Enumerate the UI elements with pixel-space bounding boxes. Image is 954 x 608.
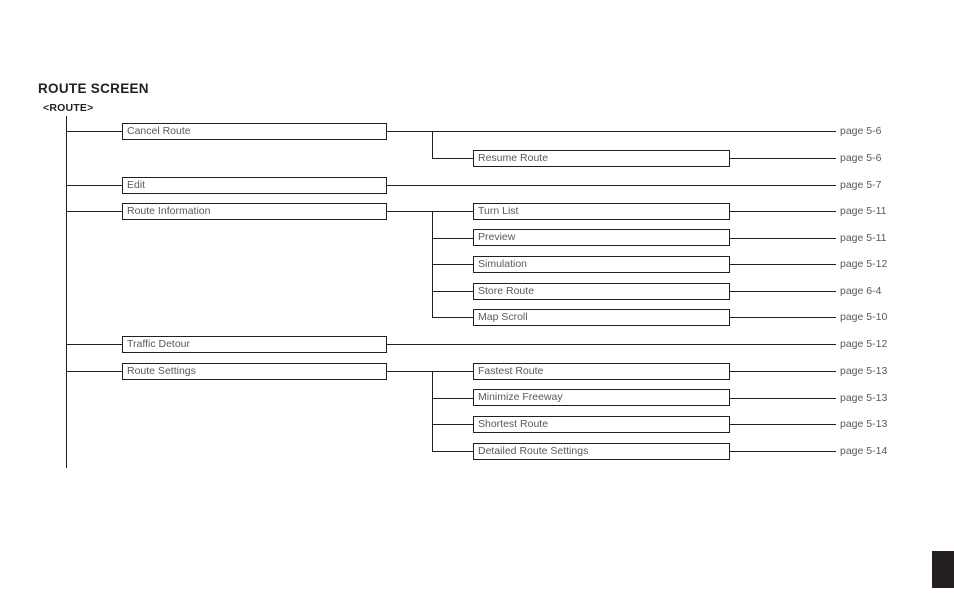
connector-branch-to-shortest-route [432,424,474,425]
connector-branch-to-resume-route [432,158,474,159]
page-ref-resume-route: page 5-6 [840,152,882,164]
page-ref-minimize-freeway: page 5-13 [840,392,888,404]
page-edge-marker [932,551,954,588]
page-ref-cancel-route: page 5-6 [840,125,882,137]
connector-branch-to-detailed-route-settings [432,451,474,452]
connector-simulation-out [729,264,836,265]
node-route-information-label: Route Information [127,205,211,218]
page-title: ROUTE SCREEN [38,81,149,96]
page-ref-edit: page 5-7 [840,179,882,191]
connector-minimize-freeway-out [729,398,836,399]
node-resume-route-label: Resume Route [478,152,549,165]
connector-turn-list-out [729,211,836,212]
node-resume-route[interactable]: Resume Route [473,150,730,167]
connector-route-settings-to-branch [386,371,433,372]
node-cancel-route-label: Cancel Route [127,125,191,138]
node-map-scroll[interactable]: Map Scroll [473,309,730,326]
connector-store-route-out [729,291,836,292]
node-store-route-label: Store Route [478,285,535,298]
connector-fastest-route-out [729,371,836,372]
page-ref-traffic-detour: page 5-12 [840,338,888,350]
connector-resume-route-out [729,158,836,159]
node-turn-list[interactable]: Turn List [473,203,730,220]
node-preview[interactable]: Preview [473,229,730,246]
page-subtitle: <ROUTE> [43,102,94,114]
node-fastest-route[interactable]: Fastest Route [473,363,730,380]
connector-branch-to-minimize-freeway [432,398,474,399]
page-ref-preview: page 5-11 [840,232,887,244]
connector-cancel-route-out [386,131,836,132]
node-traffic-detour-label: Traffic Detour [127,338,191,351]
node-minimize-freeway[interactable]: Minimize Freeway [473,389,730,406]
branch-spine-cancel-route [432,131,433,158]
root-trunk-line [66,116,67,468]
page-ref-fastest-route: page 5-13 [840,365,888,377]
branch-spine-route-settings [432,371,433,451]
connector-trunk-to-cancel-route [66,131,123,132]
node-shortest-route-label: Shortest Route [478,418,549,431]
connector-trunk-to-edit [66,185,123,186]
connector-traffic-detour-out [386,344,836,345]
connector-map-scroll-out [729,317,836,318]
connector-branch-to-store-route [432,291,474,292]
node-map-scroll-label: Map Scroll [478,311,528,324]
connector-branch-to-turn-list [432,211,474,212]
node-edit-label: Edit [127,179,146,192]
node-edit[interactable]: Edit [122,177,387,194]
node-route-settings-label: Route Settings [127,365,196,378]
node-route-information[interactable]: Route Information [122,203,387,220]
connector-route-information-to-branch [386,211,433,212]
node-detailed-route-settings-label: Detailed Route Settings [478,445,589,458]
page-ref-map-scroll: page 5-10 [840,311,888,323]
connector-branch-to-simulation [432,264,474,265]
node-detailed-route-settings[interactable]: Detailed Route Settings [473,443,730,460]
node-simulation[interactable]: Simulation [473,256,730,273]
node-simulation-label: Simulation [478,258,528,271]
route-screen-diagram-page: ROUTE SCREEN <ROUTE> Cancel Route page 5… [0,0,954,608]
node-shortest-route[interactable]: Shortest Route [473,416,730,433]
node-preview-label: Preview [478,231,516,244]
node-fastest-route-label: Fastest Route [478,365,544,378]
node-traffic-detour[interactable]: Traffic Detour [122,336,387,353]
connector-branch-to-fastest-route [432,371,474,372]
page-ref-turn-list: page 5-11 [840,205,887,217]
node-store-route[interactable]: Store Route [473,283,730,300]
page-ref-simulation: page 5-12 [840,258,888,270]
node-cancel-route[interactable]: Cancel Route [122,123,387,140]
connector-branch-to-preview [432,238,474,239]
connector-trunk-to-route-settings [66,371,123,372]
connector-trunk-to-route-information [66,211,123,212]
page-ref-shortest-route: page 5-13 [840,418,888,430]
connector-shortest-route-out [729,424,836,425]
connector-preview-out [729,238,836,239]
connector-trunk-to-traffic-detour [66,344,123,345]
connector-detailed-route-settings-out [729,451,836,452]
node-turn-list-label: Turn List [478,205,519,218]
node-route-settings[interactable]: Route Settings [122,363,387,380]
connector-branch-to-map-scroll [432,317,474,318]
page-ref-detailed-route-settings: page 5-14 [840,445,888,457]
node-minimize-freeway-label: Minimize Freeway [478,391,563,404]
connector-edit-out [386,185,836,186]
page-ref-store-route: page 6-4 [840,285,882,297]
